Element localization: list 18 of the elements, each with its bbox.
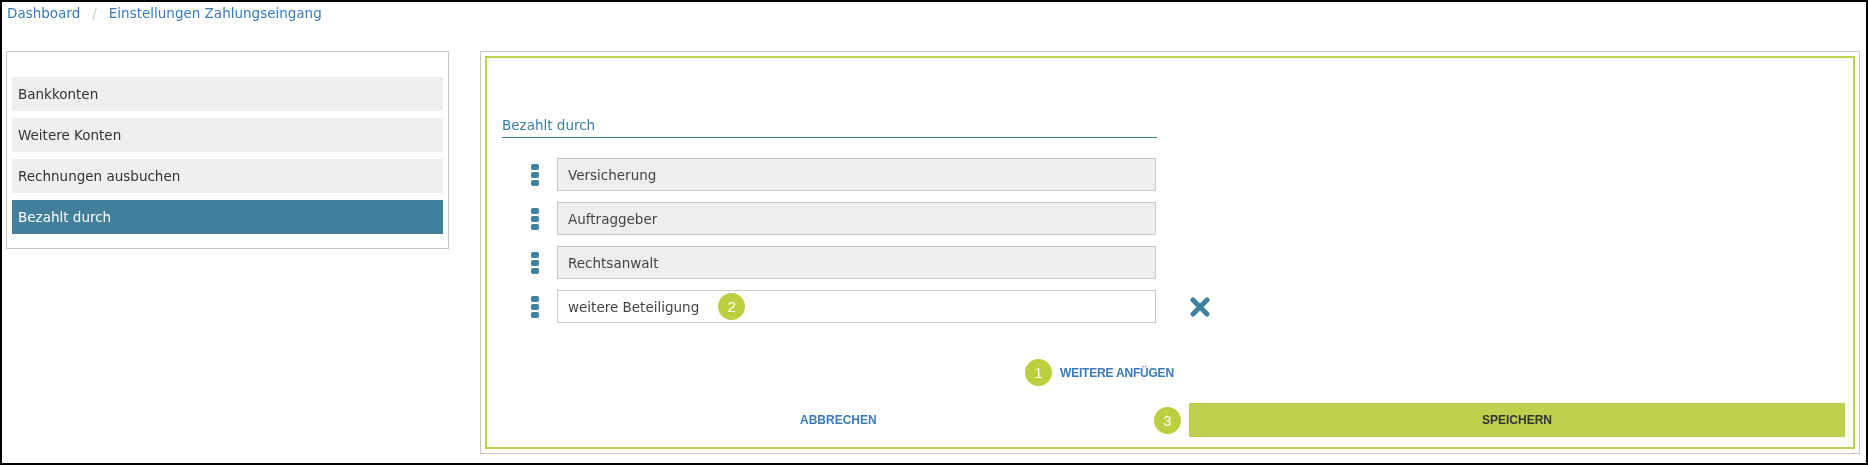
drag-handle-icon[interactable] [531, 207, 539, 230]
step-badge: 3 [1154, 406, 1181, 434]
drag-handle-icon[interactable] [531, 295, 539, 318]
breadcrumb-link[interactable]: Dashboard [7, 5, 81, 21]
sidebar-item[interactable]: Weitere Konten [12, 118, 443, 152]
add-more-link[interactable]: WEITERE ANFÜGEN [1060, 365, 1174, 380]
sidebar-item[interactable]: Bankkonten [12, 77, 443, 111]
save-button[interactable]: SPEICHERN [1189, 403, 1845, 437]
sidebar-item[interactable]: Bezahlt durch [12, 200, 443, 234]
breadcrumb-separator: / [92, 5, 97, 21]
sidebar-item[interactable]: Rechnungen ausbuchen [12, 159, 443, 193]
step-badge: 1 [1025, 359, 1052, 386]
breadcrumb-link[interactable]: Einstellungen Zahlungseingang [108, 5, 322, 21]
section-title: Bezahlt durch [502, 117, 1157, 138]
drag-handle-icon[interactable] [531, 163, 539, 186]
close-icon[interactable] [1190, 296, 1210, 317]
cancel-button[interactable]: ABBRECHEN [800, 413, 877, 427]
drag-handle-icon[interactable] [531, 251, 539, 274]
